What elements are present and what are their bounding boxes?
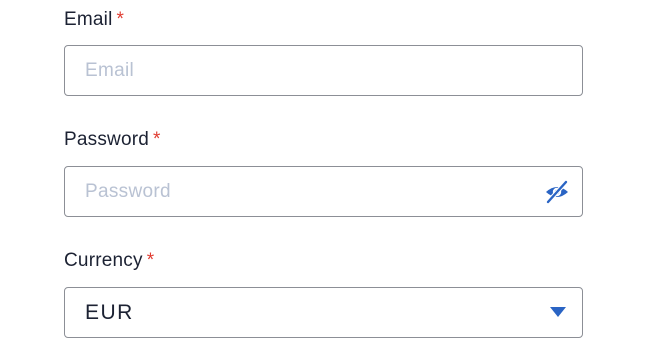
email-field[interactable] — [65, 46, 582, 95]
required-asterisk: * — [116, 9, 125, 30]
email-label: Email * — [64, 9, 124, 31]
required-asterisk: * — [153, 129, 161, 150]
currency-label: Currency * — [64, 250, 154, 272]
currency-label-text: Currency — [64, 250, 143, 271]
password-field-container — [64, 166, 583, 217]
password-field[interactable] — [65, 167, 582, 216]
caret-down-icon — [550, 307, 566, 317]
password-label: Password * — [64, 129, 161, 151]
account-form: Email* Password* Currency* EUR — [0, 0, 650, 350]
email-label-text: Email — [64, 9, 113, 30]
email-field-container — [64, 45, 583, 96]
password-label-text: Password — [64, 129, 150, 150]
eye-slash-icon[interactable] — [544, 179, 570, 205]
required-asterisk: * — [146, 250, 155, 271]
currency-select[interactable]: EUR — [64, 287, 583, 338]
currency-selected-value: EUR — [85, 301, 134, 324]
